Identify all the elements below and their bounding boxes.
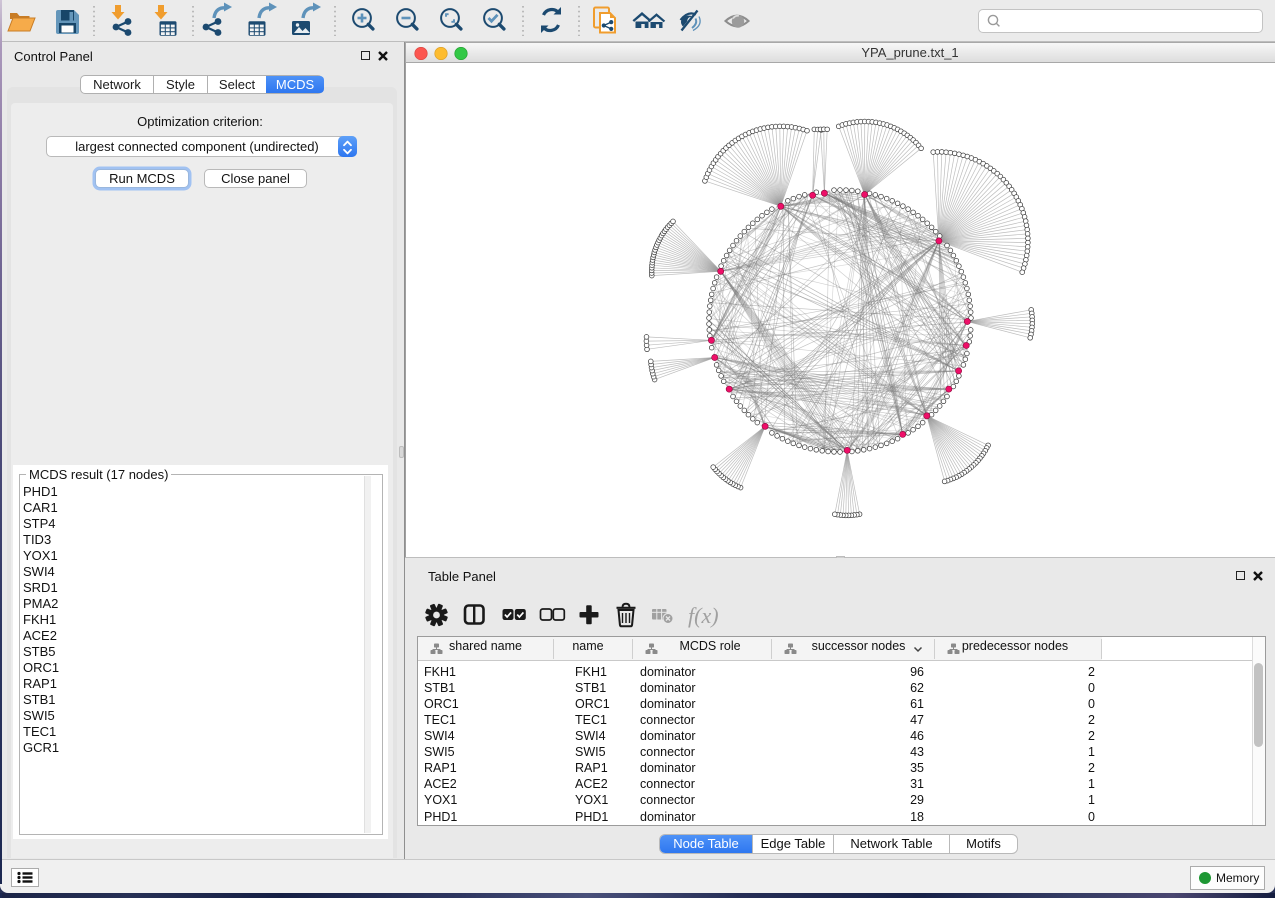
svg-text:f(x): f(x)	[688, 603, 719, 628]
